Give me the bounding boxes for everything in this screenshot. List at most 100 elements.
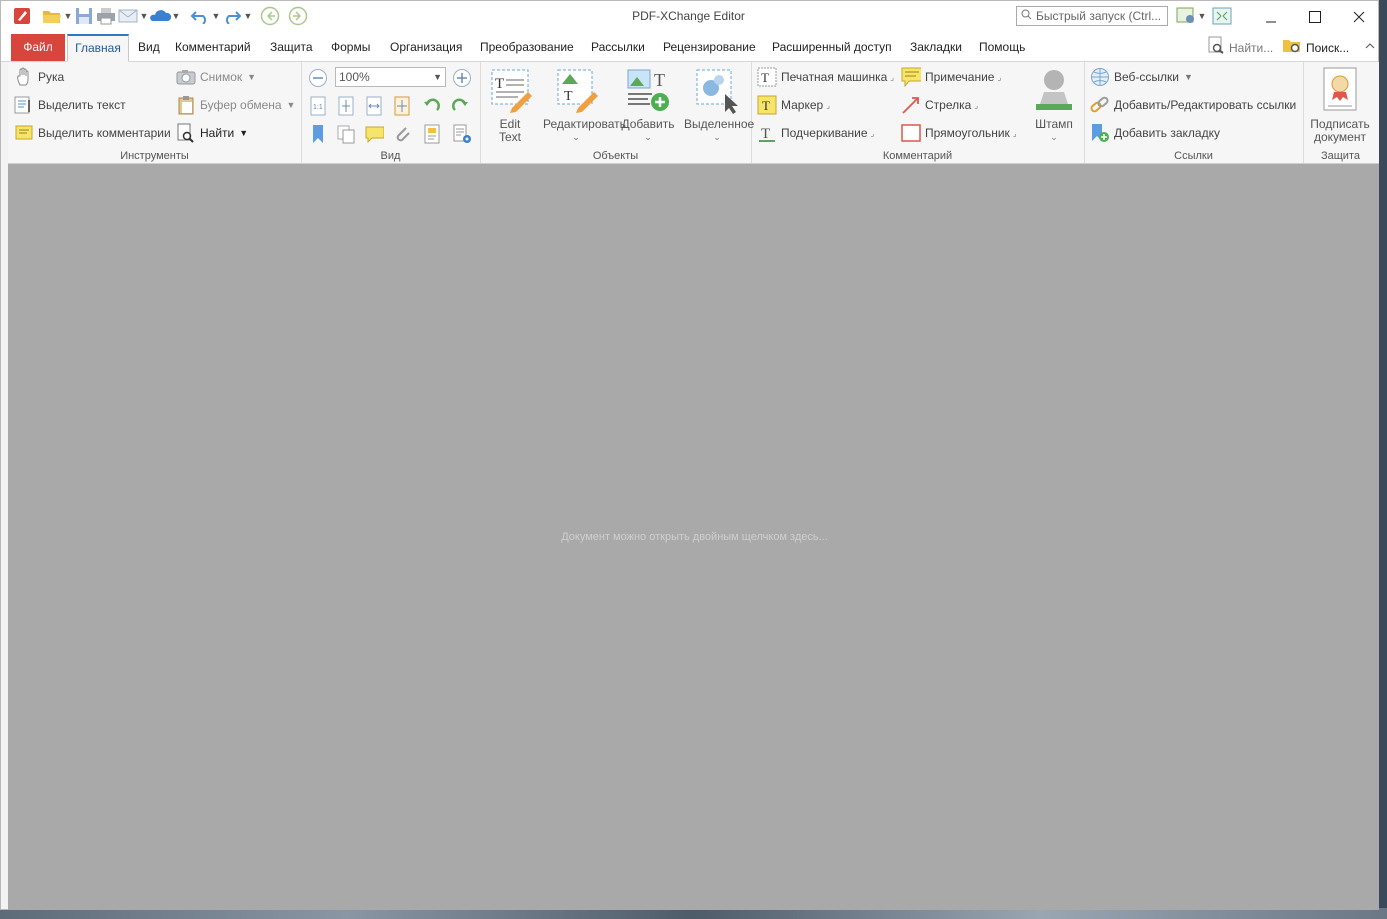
title-bar: ▼ ▼ ▼ ▼ ▼ PDF-XChange Editor Быстрый зап… bbox=[1, 1, 1378, 32]
group-tools: Рука Выделить текст Выделить комментарии… bbox=[8, 62, 302, 163]
find-tool[interactable]: Найти ▼ bbox=[176, 122, 248, 144]
bookmarks-pane-icon[interactable] bbox=[308, 124, 328, 144]
tab-bookmarks[interactable]: Закладки bbox=[910, 36, 962, 60]
fit-visible-icon[interactable] bbox=[392, 96, 412, 116]
web-links-tool[interactable]: Веб-ссылки ▼ bbox=[1090, 66, 1193, 88]
attachments-pane-icon[interactable] bbox=[392, 124, 412, 144]
collapse-ribbon-icon[interactable] bbox=[1365, 36, 1375, 60]
svg-text:T: T bbox=[495, 76, 504, 92]
document-area[interactable]: Документ можно открыть двойным щелчком з… bbox=[8, 164, 1379, 910]
tab-review[interactable]: Рецензирование bbox=[663, 36, 756, 60]
cloud-icon[interactable] bbox=[149, 5, 171, 27]
tab-home[interactable]: Главная bbox=[67, 34, 129, 62]
tab-convert[interactable]: Преобразование bbox=[480, 36, 574, 60]
chevron-down-icon[interactable]: ▼ bbox=[139, 11, 149, 21]
zoom-out-icon[interactable] bbox=[308, 68, 328, 88]
rotate-left-icon[interactable] bbox=[422, 96, 442, 116]
ui-options-icon[interactable] bbox=[1175, 5, 1197, 27]
zoom-combo[interactable]: 100% ▼ bbox=[335, 67, 446, 87]
chevron-down-icon[interactable]: ▼ bbox=[171, 11, 181, 21]
edit-text-icon: T bbox=[486, 66, 534, 114]
edit-content-icon: T bbox=[552, 66, 600, 114]
group-label-links: Ссылки bbox=[1174, 150, 1213, 162]
page-settings-icon[interactable] bbox=[452, 124, 472, 144]
note-tool[interactable]: Примечание ⌟ bbox=[901, 66, 1001, 88]
group-label-tools: Инструменты bbox=[120, 150, 189, 162]
arrow-label: Стрелка bbox=[925, 98, 972, 112]
thumbnails-pane-icon[interactable] bbox=[336, 124, 356, 144]
group-comment: T Печатная машинка ⌟ T Маркер ⌟ T Подчер… bbox=[751, 62, 1085, 163]
group-protect: Подписать документ Защита bbox=[1303, 62, 1378, 163]
actual-size-icon[interactable]: 1:1 bbox=[308, 96, 328, 116]
chevron-down-icon: ⌟ bbox=[997, 72, 1002, 82]
highlight-label: Маркер bbox=[781, 98, 824, 112]
tab-help[interactable]: Помощь bbox=[979, 36, 1025, 60]
tab-organize[interactable]: Организация bbox=[390, 36, 462, 60]
rectangle-icon bbox=[901, 123, 921, 143]
tab-comment[interactable]: Комментарий bbox=[175, 36, 251, 60]
select-comments-tool[interactable]: Выделить комментарии bbox=[14, 122, 171, 144]
highlight-tool[interactable]: T Маркер ⌟ bbox=[757, 94, 830, 116]
add-bookmark-label: Добавить закладку bbox=[1114, 126, 1220, 140]
minimize-icon[interactable] bbox=[1248, 1, 1293, 32]
back-icon[interactable] bbox=[259, 5, 281, 27]
print-icon[interactable] bbox=[95, 5, 117, 27]
fit-width-icon[interactable] bbox=[364, 96, 384, 116]
tab-file[interactable]: Файл bbox=[11, 34, 65, 61]
save-icon[interactable] bbox=[73, 5, 95, 27]
chevron-down-icon: ⌟ bbox=[974, 100, 979, 110]
search-icon bbox=[1021, 9, 1032, 23]
tab-view[interactable]: Вид bbox=[138, 36, 160, 60]
email-icon[interactable] bbox=[117, 5, 139, 27]
app-logo-icon[interactable] bbox=[11, 5, 33, 27]
zoom-in-icon[interactable] bbox=[452, 68, 472, 88]
chevron-down-icon: ⌟ bbox=[1012, 128, 1017, 138]
tab-protect[interactable]: Защита bbox=[270, 36, 313, 60]
forward-icon[interactable] bbox=[287, 5, 309, 27]
ribbon-tabs: Файл Главная Вид Комментарий Защита Форм… bbox=[1, 32, 1378, 62]
edit-text-button[interactable]: T Edit Text bbox=[480, 66, 540, 144]
camera-icon bbox=[176, 67, 196, 87]
clipboard-tool[interactable]: Буфер обмена ▼ bbox=[176, 94, 295, 116]
quick-launch-input[interactable]: Быстрый запуск (Ctrl... bbox=[1016, 6, 1168, 26]
maximize-icon[interactable] bbox=[1292, 1, 1337, 32]
redo-icon[interactable] bbox=[221, 5, 243, 27]
properties-pane-icon[interactable] bbox=[422, 124, 442, 144]
group-label-view: Вид bbox=[380, 150, 401, 162]
add-edit-links-tool[interactable]: Добавить/Редактировать ссылки bbox=[1090, 94, 1296, 116]
tab-forms[interactable]: Формы bbox=[331, 36, 370, 60]
select-text-tool[interactable]: Выделить текст bbox=[14, 94, 126, 116]
stamp-button[interactable]: Штамп ⌄ bbox=[1029, 66, 1079, 144]
sign-document-button[interactable]: Подписать документ bbox=[1309, 66, 1371, 144]
underline-tool[interactable]: T Подчеркивание ⌟ bbox=[757, 122, 874, 144]
chevron-down-icon[interactable]: ▼ bbox=[211, 11, 221, 21]
typewriter-tool[interactable]: T Печатная машинка ⌟ bbox=[757, 66, 894, 88]
fullscreen-icon[interactable] bbox=[1211, 5, 1233, 27]
chevron-down-icon[interactable]: ▼ bbox=[63, 11, 73, 21]
search-button[interactable]: Поиск... bbox=[1282, 36, 1349, 60]
chevron-down-icon[interactable]: ▼ bbox=[243, 11, 253, 21]
group-label-objects: Объекты bbox=[592, 150, 639, 162]
add-button[interactable]: T Добавить ⌄ bbox=[616, 66, 680, 144]
tab-share[interactable]: Расширенный доступ bbox=[772, 36, 892, 60]
chevron-down-icon[interactable]: ▼ bbox=[1197, 11, 1207, 21]
close-icon[interactable] bbox=[1336, 1, 1381, 32]
tab-mailings[interactable]: Рассылки bbox=[591, 36, 645, 60]
comments-pane-icon[interactable] bbox=[364, 124, 384, 144]
add-bookmark-tool[interactable]: Добавить закладку bbox=[1090, 122, 1220, 144]
selected-button[interactable]: Выделенное ⌄ bbox=[684, 66, 754, 144]
select-text-icon bbox=[14, 95, 34, 115]
rotate-right-icon[interactable] bbox=[450, 96, 470, 116]
fit-page-icon[interactable] bbox=[336, 96, 356, 116]
rectangle-tool[interactable]: Прямоугольник ⌟ bbox=[901, 122, 1017, 144]
add-label: Добавить bbox=[621, 117, 675, 131]
find-button[interactable]: Найти... bbox=[1207, 36, 1273, 60]
svg-text:T: T bbox=[761, 126, 770, 142]
hand-tool[interactable]: Рука bbox=[14, 66, 64, 88]
snapshot-tool[interactable]: Снимок ▼ bbox=[176, 66, 256, 88]
select-comments-icon bbox=[14, 123, 34, 143]
edit-button[interactable]: T Редактировать ⌄ bbox=[543, 66, 626, 144]
undo-icon[interactable] bbox=[189, 5, 211, 27]
open-folder-icon[interactable] bbox=[41, 5, 63, 27]
arrow-tool[interactable]: Стрелка ⌟ bbox=[901, 94, 978, 116]
